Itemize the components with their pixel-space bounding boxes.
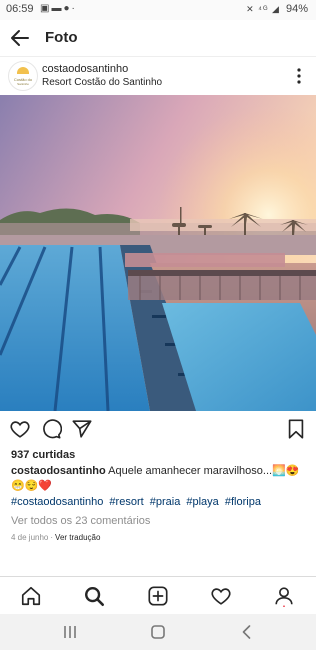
translate-link[interactable]: Ver tradução: [55, 533, 100, 542]
search-icon[interactable]: [83, 585, 105, 607]
hashtag-list: #costaodosantinho #resort #praia #playa …: [11, 496, 264, 508]
heart-icon[interactable]: [9, 418, 31, 440]
hashtag-link[interactable]: #praia: [150, 496, 181, 508]
post-location[interactable]: Resort Costão do Santinho: [42, 77, 162, 88]
post-date: 4 de junho: [11, 533, 49, 542]
logo-sun-icon: [17, 67, 29, 74]
home-button-icon[interactable]: [149, 623, 167, 641]
back-icon[interactable]: [238, 623, 256, 641]
profile-icon[interactable]: [273, 585, 295, 607]
status-time: 06:59: [6, 3, 34, 15]
view-comments-link[interactable]: Ver todos os 23 comentários: [11, 515, 150, 527]
home-icon[interactable]: [20, 585, 42, 607]
folder-icon: ▬: [51, 3, 64, 14]
notification-dot-icon: [283, 605, 285, 607]
hashtag-link[interactable]: #playa: [186, 496, 218, 508]
hashtag-link[interactable]: #costaodosantinho: [11, 496, 103, 508]
post-header: Costão do Santinho costaodosantinho Reso…: [0, 57, 316, 95]
likes-count[interactable]: 937 curtidas: [11, 449, 75, 461]
avatar[interactable]: Costão do Santinho: [8, 61, 38, 91]
more-options-icon[interactable]: [292, 67, 306, 85]
page-title: Foto: [45, 29, 78, 46]
post-caption: costaodosantinho Aquele amanhecer maravi…: [11, 464, 307, 494]
meta-separator: ·: [50, 533, 54, 542]
caption-username[interactable]: costaodosantinho: [11, 465, 106, 477]
post-username[interactable]: costaodosantinho: [42, 63, 128, 75]
battery-level: 94%: [285, 3, 308, 15]
dot-icon: ·: [71, 3, 77, 14]
image-icon: ▣: [40, 3, 52, 14]
status-right: ✕ ⁴ᴳ ◢ 94%: [246, 3, 308, 15]
arrow-left-icon[interactable]: [8, 26, 32, 50]
app-header: Foto: [0, 20, 316, 57]
hashtag-link[interactable]: #floripa: [225, 496, 261, 508]
hashtag-link[interactable]: #resort: [109, 496, 143, 508]
comment-icon[interactable]: [40, 418, 62, 440]
post-meta: 4 de junho · Ver tradução: [11, 533, 100, 542]
add-post-icon[interactable]: [147, 585, 169, 607]
spotify-icon: ●: [63, 3, 72, 14]
post-actions: [0, 412, 316, 446]
share-icon[interactable]: [71, 418, 93, 440]
status-notification-icons: ▣▬●·: [40, 3, 77, 14]
android-nav-bar: [0, 614, 316, 650]
status-bar: 06:59 ▣▬●· ✕ ⁴ᴳ ◢ 94%: [0, 0, 316, 20]
recents-icon[interactable]: [61, 623, 79, 641]
post-photo[interactable]: [0, 95, 316, 411]
signal-icons: ✕ ⁴ᴳ ◢: [246, 4, 280, 14]
avatar-logo-text-2: Santinho: [17, 82, 29, 86]
bookmark-icon[interactable]: [285, 418, 307, 440]
bottom-nav: [0, 576, 316, 615]
activity-heart-icon[interactable]: [210, 585, 232, 607]
